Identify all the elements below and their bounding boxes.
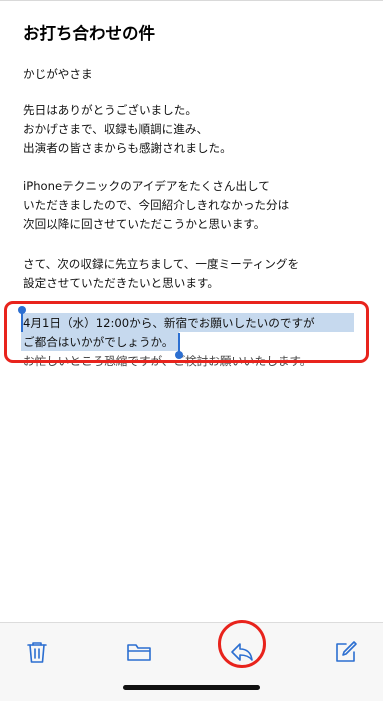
body-line: iPhoneテクニックのアイデアをたくさん出して xyxy=(23,179,270,193)
compose-icon xyxy=(336,641,357,662)
top-divider xyxy=(0,0,383,1)
home-indicator[interactable] xyxy=(123,685,260,690)
annotation-reply-circle xyxy=(218,620,266,668)
body-line: 出演者の皆さまからも感謝されました。 xyxy=(23,141,232,155)
move-to-folder-button[interactable] xyxy=(124,637,154,667)
folder-icon xyxy=(127,644,151,661)
trash-button[interactable] xyxy=(22,637,52,667)
body-line: いただきましたので、今回紹介しきれなかった分は xyxy=(23,198,290,212)
body-line-greeting: かじがやさま xyxy=(23,67,93,81)
body-line: 先日はありがとうございました。 xyxy=(23,103,197,117)
trash-icon xyxy=(27,642,47,663)
body-line: 設定させていただきたいと思います。 xyxy=(23,276,219,290)
annotation-highlight-box xyxy=(4,301,369,363)
email-subject: お打ち合わせの件 xyxy=(23,24,155,43)
compose-button[interactable] xyxy=(331,637,361,667)
body-line: さて、次の収録に先立ちまして、一度ミーティングを xyxy=(23,257,300,271)
body-line: おかげさまで、収録も順調に進み、 xyxy=(23,122,209,136)
body-line: 次回以降に回させていただこうかと思います。 xyxy=(23,217,266,231)
